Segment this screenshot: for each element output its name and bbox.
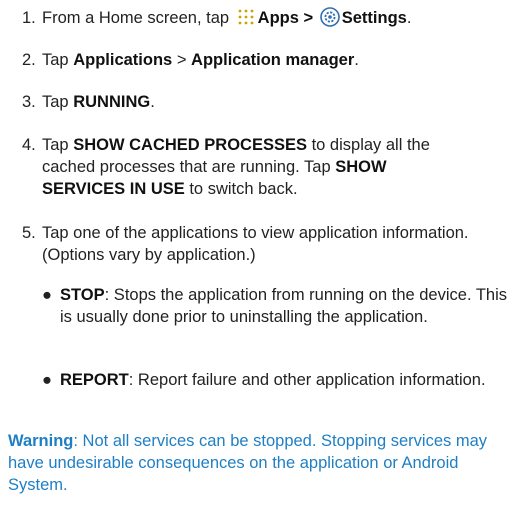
bullet-label: STOP: [60, 286, 105, 304]
step-end: .: [150, 93, 155, 111]
separator: >: [176, 51, 187, 69]
bullet-dot: ●: [42, 286, 52, 304]
warning-text: : Not all services can be stopped. Stopp…: [8, 432, 488, 494]
warning-note: Warning: Not all services can be stopped…: [8, 430, 508, 496]
warning-label: Warning: [8, 432, 74, 450]
bullet-stop: ● STOP: Stops the application from runni…: [42, 284, 512, 328]
bullet-text: : Stops the application from running on …: [60, 286, 507, 326]
applications-label: Applications: [73, 51, 173, 69]
step-1: 1. From a Home screen, tap Apps > Settin…: [22, 7, 510, 33]
apps-label: Apps: [257, 9, 299, 27]
step-3: 3. Tap RUNNING.: [22, 91, 510, 113]
step-number: 3.: [22, 93, 36, 111]
step-2: 2. Tap Applications > Application manage…: [22, 49, 510, 71]
step-4: 4. Tap SHOW CACHED PROCESSES to display …: [22, 134, 472, 200]
settings-gear-icon: [319, 7, 340, 33]
bullet-label: REPORT: [60, 371, 129, 389]
step-text: Tap one of the applications to view appl…: [42, 224, 469, 264]
step-text-3: to switch back.: [189, 180, 298, 198]
apps-grid-icon: [236, 7, 256, 33]
separator: >: [303, 9, 314, 27]
bullet-text: : Report failure and other application i…: [128, 371, 486, 389]
step-text: Tap: [42, 51, 69, 69]
step-end: .: [406, 9, 412, 27]
step-end: .: [354, 51, 359, 69]
running-label: RUNNING: [73, 93, 151, 111]
step-text: From a Home screen, tap: [42, 9, 230, 27]
step-5: 5. Tap one of the applications to view a…: [22, 222, 472, 266]
step-text: Tap: [42, 136, 69, 154]
bullet-dot: ●: [42, 371, 52, 389]
step-text: Tap: [42, 93, 69, 111]
step-number: 4.: [22, 136, 36, 154]
show-cached-processes-label: SHOW CACHED PROCESSES: [73, 136, 307, 154]
step-number: 2.: [22, 51, 36, 69]
instructions-page: 1. From a Home screen, tap Apps > Settin…: [0, 0, 513, 508]
settings-label: Settings: [341, 9, 407, 27]
step-number: 1.: [22, 9, 36, 27]
step-number: 5.: [22, 224, 36, 242]
application-manager-label: Application manager: [191, 51, 355, 69]
bullet-report: ● REPORT: Report failure and other appli…: [42, 369, 512, 391]
